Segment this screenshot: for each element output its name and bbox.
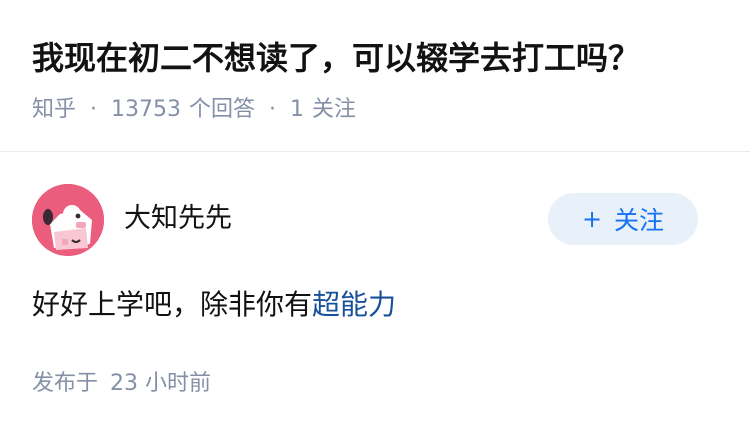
follow-count: 1	[290, 97, 305, 122]
divider	[0, 151, 750, 152]
answer-content: 好好上学吧，除非你有超能力	[32, 285, 396, 325]
plus-icon: +	[581, 205, 603, 233]
question-header: 我现在初二不想读了，可以辍学去打工吗？ 知乎 · 13753 个回答 · 1 关…	[0, 0, 750, 152]
answer-count-label: 个回答	[189, 97, 256, 122]
follow-button-label: 关注	[614, 206, 665, 235]
answer-count: 13753	[111, 97, 182, 122]
source-label[interactable]: 知乎	[32, 93, 76, 127]
published-label: 发布于	[32, 371, 99, 396]
avatar-illustration-icon	[32, 184, 104, 256]
follow-button[interactable]: + 关注	[548, 193, 698, 245]
answer-text: 好好上学吧，除非你有	[32, 288, 313, 321]
separator-dot: ·	[90, 97, 98, 122]
avatar[interactable]	[32, 184, 104, 256]
separator-dot: ·	[269, 97, 277, 122]
follow-count-label: 关注	[312, 97, 357, 122]
answer-keyword-link[interactable]: 超能力	[312, 288, 396, 321]
question-title[interactable]: 我现在初二不想读了，可以辍学去打工吗？	[32, 34, 722, 82]
author-name[interactable]: 大知先先	[124, 200, 232, 238]
publish-info: 发布于 23 小时前	[32, 367, 211, 401]
published-time: 23 小时前	[110, 371, 212, 396]
question-meta: 知乎 · 13753 个回答 · 1 关注	[32, 93, 356, 127]
